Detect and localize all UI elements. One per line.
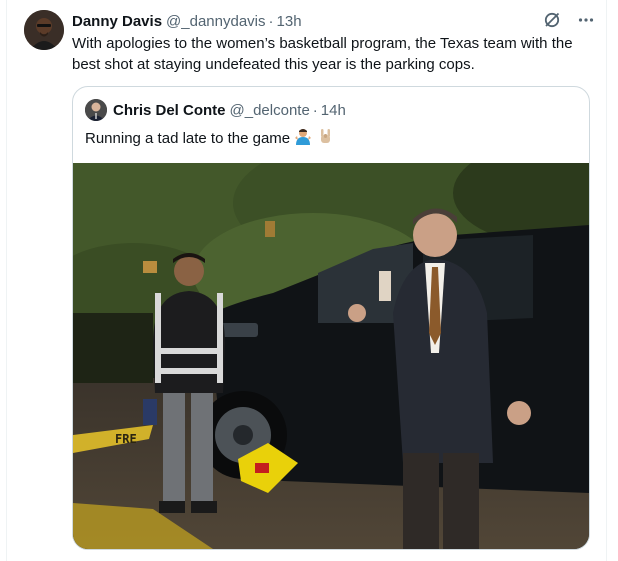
more-icon[interactable] bbox=[576, 10, 596, 30]
tweet-actions bbox=[542, 10, 596, 30]
quoted-tweet[interactable]: Chris Del Conte @_delconte · 14h Running… bbox=[72, 86, 590, 550]
quoted-tweet-text-line: Running a tad late to the game bbox=[85, 127, 334, 151]
quoted-avatar bbox=[85, 99, 107, 121]
tweet-header: Danny Davis @_dannydavis · 13h bbox=[72, 10, 596, 32]
person-shrugging-emoji bbox=[294, 127, 312, 151]
separator-dot: · bbox=[268, 12, 274, 30]
timestamp[interactable]: 13h bbox=[277, 13, 302, 30]
photo-parking-enforcement: FRE bbox=[73, 133, 589, 549]
rock-on-hand-emoji bbox=[316, 127, 334, 151]
timeline-left-border bbox=[6, 0, 7, 561]
quoted-tweet-header: Chris Del Conte @_delconte · 14h bbox=[85, 99, 346, 121]
curb-text: FRE bbox=[115, 432, 137, 446]
avatar-image bbox=[24, 10, 64, 50]
quoted-tweet-photo[interactable]: FRE bbox=[73, 133, 589, 549]
quoted-tweet-text: Running a tad late to the game bbox=[85, 130, 291, 147]
quoted-separator-dot: · bbox=[312, 101, 318, 119]
author-name[interactable]: Danny Davis bbox=[72, 13, 162, 30]
author-handle[interactable]: @_dannydavis bbox=[166, 13, 265, 30]
quoted-author-name: Chris Del Conte bbox=[113, 101, 226, 119]
quoted-avatar-image bbox=[85, 99, 107, 121]
timeline-right-border bbox=[606, 0, 607, 561]
quoted-timestamp: 14h bbox=[320, 101, 346, 119]
grok-icon[interactable] bbox=[542, 10, 562, 30]
avatar[interactable] bbox=[24, 10, 64, 50]
tweet-text: With apologies to the women’s basketball… bbox=[72, 35, 573, 73]
quoted-author-handle: @_delconte bbox=[229, 101, 310, 119]
